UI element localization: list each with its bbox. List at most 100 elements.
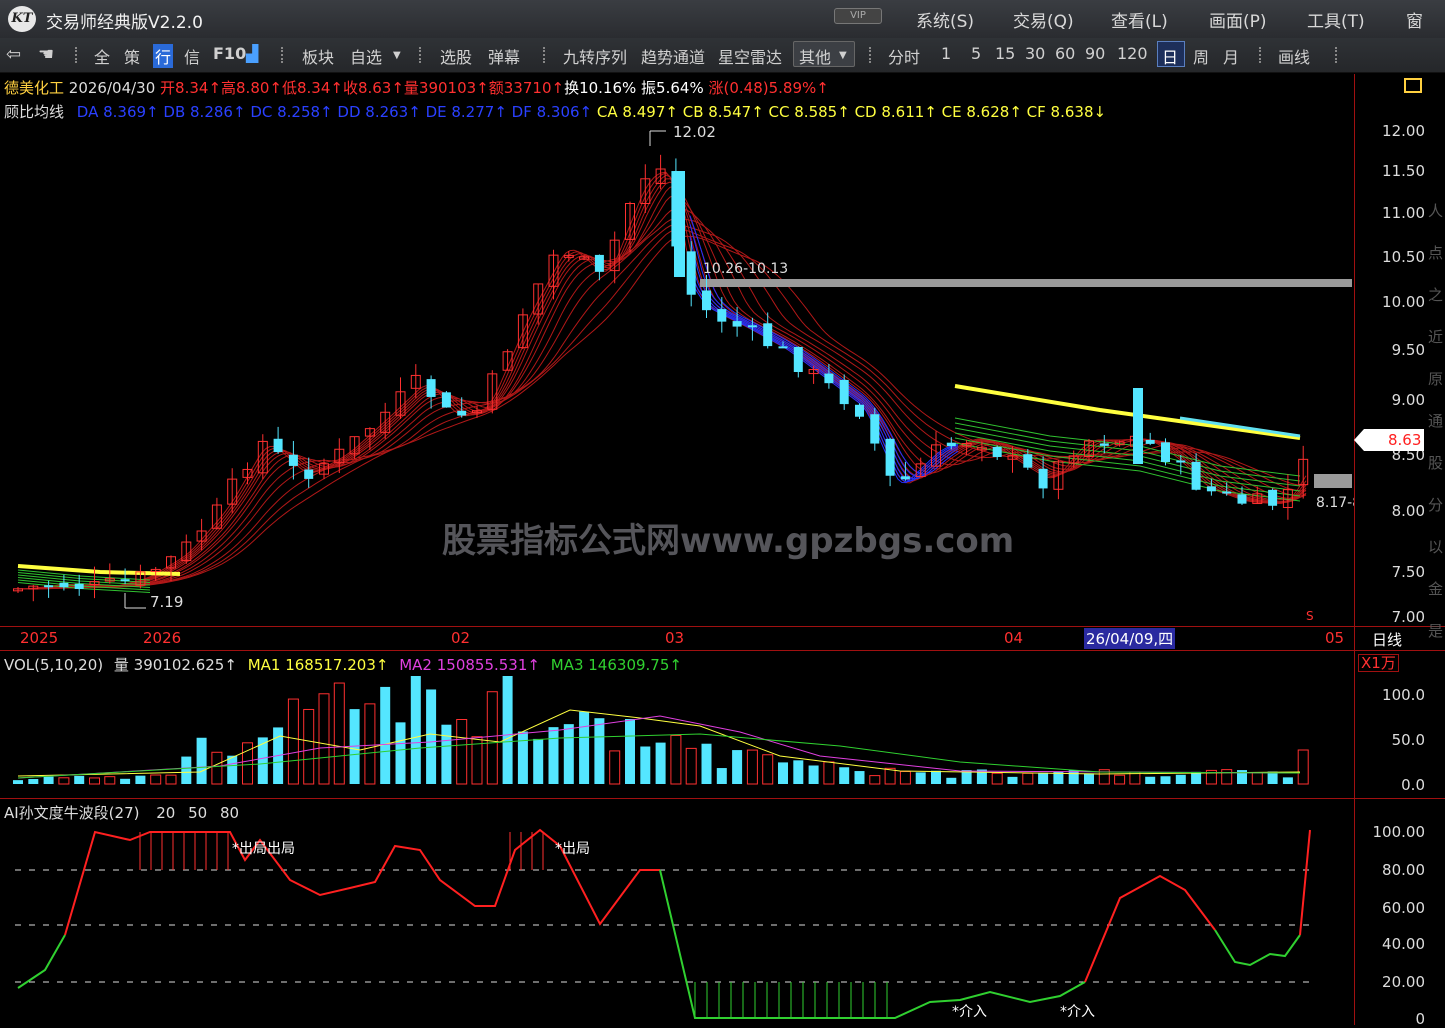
volume-bar xyxy=(701,743,712,784)
volume-chart[interactable] xyxy=(0,676,1354,796)
volume-bar xyxy=(181,756,192,784)
volume-bar xyxy=(579,711,590,784)
price-tick: 12.00 xyxy=(1382,122,1425,140)
pane-divider xyxy=(0,626,1445,627)
osc-line-red xyxy=(1299,829,1311,936)
candle-body xyxy=(763,323,773,347)
title-bar: KT 交易师经典版V2.2.0 VIP 系统(S) 交易(Q) 查看(L) 画面… xyxy=(0,0,1445,38)
tool-sector[interactable]: 板块 xyxy=(302,44,334,68)
date-label: 05 xyxy=(1325,629,1345,647)
candle-body xyxy=(273,438,283,453)
pane-divider xyxy=(0,798,1445,799)
volume-bar xyxy=(685,747,697,785)
period-120m[interactable]: 120 xyxy=(1117,44,1148,63)
windows-icon[interactable]: ▟ xyxy=(246,44,258,63)
tool-trend-channel[interactable]: 趋势通道 xyxy=(641,44,705,68)
menu-view[interactable]: 查看(L) xyxy=(1111,7,1168,32)
vip-badge[interactable]: VIP xyxy=(834,8,882,24)
candle-body xyxy=(900,476,910,480)
period-1m[interactable]: 1 xyxy=(941,44,951,63)
volume-bar xyxy=(257,737,268,784)
candle-body xyxy=(839,379,849,405)
quote-info-line: 德美化工 2026/04/30 开8.34↑高8.80↑低8.34↑收8.63↑… xyxy=(4,77,829,98)
volume-bar xyxy=(380,686,391,784)
period-60m[interactable]: 60 xyxy=(1055,44,1075,63)
period-week[interactable]: 周 xyxy=(1193,44,1209,68)
kline-chart[interactable]: 12.02 7.19 10.26-10.13 8.17-8 S 股票指标公式网w… xyxy=(0,118,1354,626)
oscillator-line xyxy=(17,828,1311,1019)
volume-bar xyxy=(762,754,774,785)
price-tick: 7.50 xyxy=(1391,563,1425,581)
volume-bar xyxy=(43,776,54,784)
candle-body xyxy=(1161,442,1170,462)
menu-tools[interactable]: 工具(T) xyxy=(1307,7,1365,32)
volume-bar xyxy=(991,772,1003,785)
volume-bar xyxy=(1038,772,1049,784)
period-15m[interactable]: 15 xyxy=(995,44,1015,63)
price-tick: 11.50 xyxy=(1382,162,1425,180)
back-icon[interactable]: ⇦ xyxy=(6,44,21,65)
maximize-icon[interactable] xyxy=(1404,78,1422,93)
volume-bar xyxy=(395,722,406,784)
period-label[interactable]: 日线 xyxy=(1372,629,1402,650)
tool-nine-turn[interactable]: 九转序列 xyxy=(563,44,627,68)
candle-body xyxy=(44,585,54,588)
volume-bar xyxy=(899,770,911,785)
candle-body xyxy=(1133,388,1143,464)
tool-info[interactable]: 信 xyxy=(184,44,200,68)
support-band xyxy=(1314,474,1352,488)
candle-body xyxy=(747,325,757,328)
volume-bar xyxy=(410,676,421,784)
date-label: 04 xyxy=(1004,629,1024,647)
menu-window[interactable]: 窗 xyxy=(1406,7,1423,32)
tool-danmaku[interactable]: 弹幕 xyxy=(488,44,520,68)
period-intraday[interactable]: 分时 xyxy=(888,44,920,68)
price-tick: 11.00 xyxy=(1382,204,1425,222)
tool-star-radar[interactable]: 星空雷达 xyxy=(718,44,782,68)
high-marker-label: 12.02 xyxy=(673,123,716,141)
quote-amplitude: 振5.64% xyxy=(641,79,704,97)
tool-all[interactable]: 全 xyxy=(94,44,110,68)
period-90m[interactable]: 90 xyxy=(1085,44,1105,63)
tool-draw-line[interactable]: 画线 xyxy=(1278,44,1310,68)
tool-other[interactable]: 其他 xyxy=(799,44,831,68)
period-day[interactable]: 日 xyxy=(1162,44,1178,68)
separator xyxy=(869,47,873,63)
volume-title[interactable]: VOL(5,10,20) xyxy=(4,656,103,674)
period-30m[interactable]: 30 xyxy=(1025,44,1045,63)
tool-quote[interactable]: 行 xyxy=(153,44,174,68)
volume-bar xyxy=(135,775,146,784)
chevron-down-icon[interactable]: ▼ xyxy=(839,50,847,61)
watermark: 股票指标公式网www.gpzbgs.com xyxy=(442,521,1014,561)
volume-bar xyxy=(1191,771,1202,784)
tool-strategy[interactable]: 策 xyxy=(124,44,140,68)
volume-bar xyxy=(318,693,330,785)
volume-value: 量 390102.625↑ xyxy=(113,656,237,674)
period-5m[interactable]: 5 xyxy=(971,44,981,63)
guppy-short-ma xyxy=(689,267,959,483)
menu-screen[interactable]: 画面(P) xyxy=(1209,7,1267,32)
volume-bar xyxy=(1282,777,1293,784)
oscillator-chart[interactable]: *出局出局 *出局 *介入 *介入 xyxy=(0,820,1354,1025)
volume-bar xyxy=(1175,774,1186,784)
candle-body xyxy=(59,582,69,588)
menu-system[interactable]: 系统(S) xyxy=(916,7,974,32)
stock-name[interactable]: 德美化工 xyxy=(4,79,64,97)
separator xyxy=(419,47,423,63)
candle-body xyxy=(778,346,788,349)
candle-body xyxy=(74,583,84,590)
quote-amount: 额33710↑ xyxy=(488,79,565,97)
candle-body xyxy=(457,410,467,416)
candle-body xyxy=(1023,454,1033,468)
date-label: 03 xyxy=(665,629,685,647)
period-month[interactable]: 月 xyxy=(1223,44,1239,68)
volume-bar xyxy=(441,724,452,784)
chevron-down-icon[interactable]: ▼ xyxy=(393,50,401,61)
separator xyxy=(281,47,285,63)
tool-f10[interactable]: F10 xyxy=(213,44,246,63)
tool-screener[interactable]: 选股 xyxy=(440,44,472,68)
menu-trade[interactable]: 交易(Q) xyxy=(1013,7,1074,32)
current-price-label: 8.63 xyxy=(1388,431,1421,449)
tool-watchlist[interactable]: 自选 xyxy=(350,44,382,68)
hand-icon[interactable]: ☚ xyxy=(38,44,54,65)
